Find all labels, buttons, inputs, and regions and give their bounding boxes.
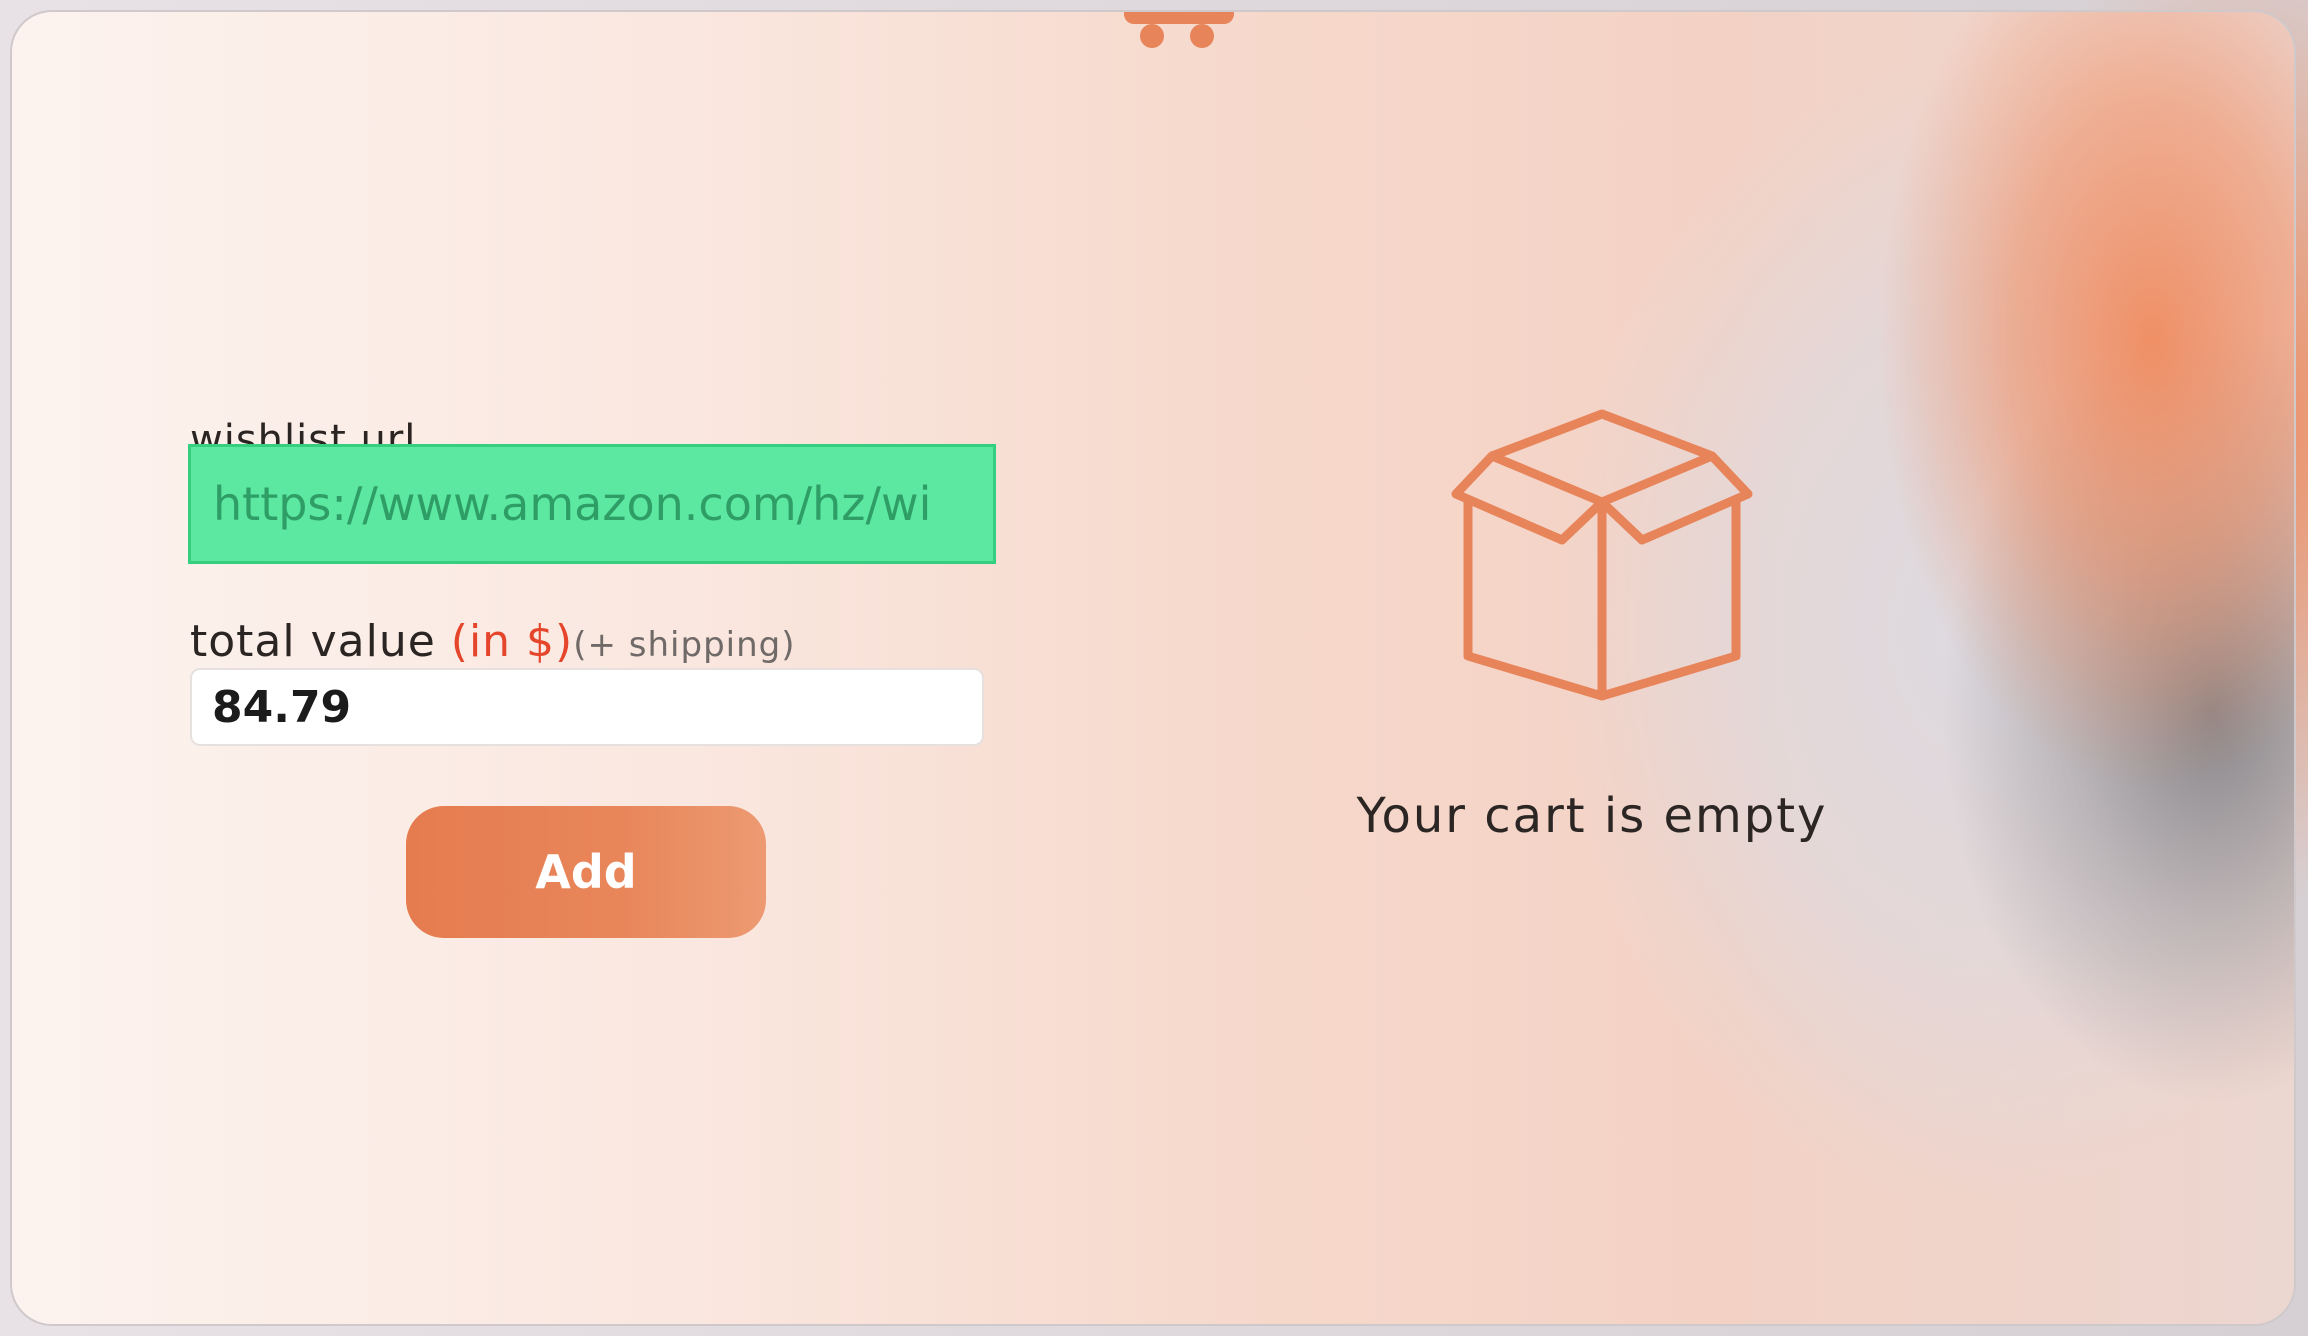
total-value-input[interactable]: [190, 668, 984, 746]
add-button[interactable]: Add: [406, 806, 766, 938]
cart-handle: [1124, 12, 1234, 24]
currency-unit: (in $): [450, 616, 574, 667]
total-value-label: total value (in $)(+ shipping): [190, 616, 796, 667]
cart-wheel-right: [1190, 24, 1214, 48]
total-value-text: total value: [190, 616, 436, 667]
app-window: wishlist url total value (in $)(+ shippi…: [10, 10, 2296, 1326]
box-icon: [1451, 409, 1753, 701]
wishlist-url-input[interactable]: [188, 444, 996, 564]
empty-cart-message: Your cart is empty: [1356, 788, 1828, 844]
shipping-note: (+ shipping): [573, 625, 796, 665]
cart-wheel-left: [1140, 24, 1164, 48]
